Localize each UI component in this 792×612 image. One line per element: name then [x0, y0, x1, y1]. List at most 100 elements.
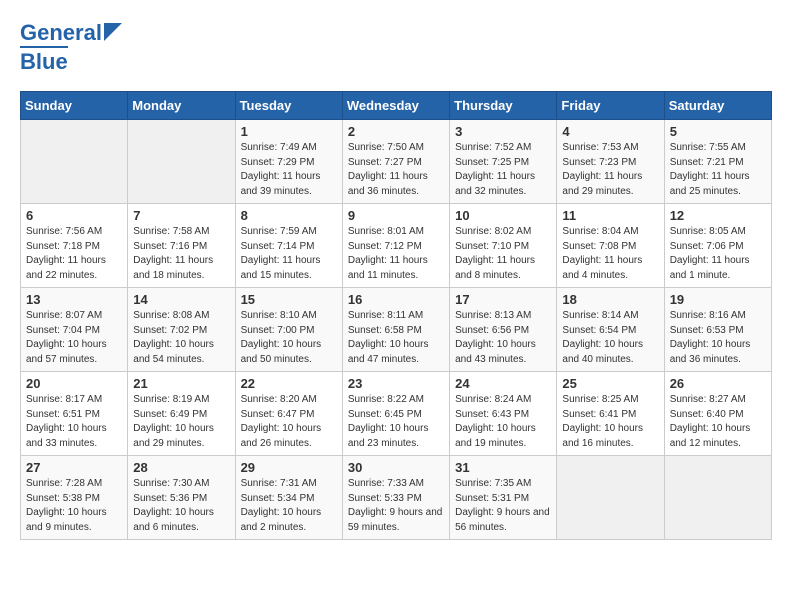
day-info: Sunrise: 8:07 AMSunset: 7:04 PMDaylight:…: [26, 309, 122, 367]
calendar-cell: 24 Sunrise: 8:24 AMSunset: 6:43 PMDaylig…: [450, 372, 557, 456]
day-number: 2: [348, 124, 444, 139]
day-info: Sunrise: 7:33 AMSunset: 5:33 PMDaylight:…: [348, 477, 444, 535]
day-number: 4: [562, 124, 658, 139]
page-header: General Blue: [20, 20, 772, 75]
col-header-saturday: Saturday: [664, 92, 771, 120]
day-info: Sunrise: 8:13 AMSunset: 6:56 PMDaylight:…: [455, 309, 551, 367]
week-row-5: 27 Sunrise: 7:28 AMSunset: 5:38 PMDaylig…: [21, 456, 772, 540]
calendar-cell: 21 Sunrise: 8:19 AMSunset: 6:49 PMDaylig…: [128, 372, 235, 456]
calendar-cell: 15 Sunrise: 8:10 AMSunset: 7:00 PMDaylig…: [235, 288, 342, 372]
calendar-cell: [21, 120, 128, 204]
calendar-cell: 19 Sunrise: 8:16 AMSunset: 6:53 PMDaylig…: [664, 288, 771, 372]
logo: General Blue: [20, 20, 122, 75]
calendar-cell: 13 Sunrise: 8:07 AMSunset: 7:04 PMDaylig…: [21, 288, 128, 372]
day-info: Sunrise: 8:10 AMSunset: 7:00 PMDaylight:…: [241, 309, 337, 367]
calendar-cell: 22 Sunrise: 8:20 AMSunset: 6:47 PMDaylig…: [235, 372, 342, 456]
day-info: Sunrise: 8:01 AMSunset: 7:12 PMDaylight:…: [348, 225, 444, 283]
week-row-1: 1 Sunrise: 7:49 AMSunset: 7:29 PMDayligh…: [21, 120, 772, 204]
calendar-cell: 23 Sunrise: 8:22 AMSunset: 6:45 PMDaylig…: [342, 372, 449, 456]
calendar-cell: 8 Sunrise: 7:59 AMSunset: 7:14 PMDayligh…: [235, 204, 342, 288]
day-number: 24: [455, 376, 551, 391]
day-number: 27: [26, 460, 122, 475]
day-info: Sunrise: 7:52 AMSunset: 7:25 PMDaylight:…: [455, 141, 551, 199]
day-info: Sunrise: 7:53 AMSunset: 7:23 PMDaylight:…: [562, 141, 658, 199]
day-info: Sunrise: 7:28 AMSunset: 5:38 PMDaylight:…: [26, 477, 122, 535]
day-number: 8: [241, 208, 337, 223]
day-info: Sunrise: 8:20 AMSunset: 6:47 PMDaylight:…: [241, 393, 337, 451]
col-header-sunday: Sunday: [21, 92, 128, 120]
day-info: Sunrise: 8:27 AMSunset: 6:40 PMDaylight:…: [670, 393, 766, 451]
calendar-cell: 26 Sunrise: 8:27 AMSunset: 6:40 PMDaylig…: [664, 372, 771, 456]
day-number: 31: [455, 460, 551, 475]
day-info: Sunrise: 7:49 AMSunset: 7:29 PMDaylight:…: [241, 141, 337, 199]
day-info: Sunrise: 8:04 AMSunset: 7:08 PMDaylight:…: [562, 225, 658, 283]
day-number: 3: [455, 124, 551, 139]
day-info: Sunrise: 7:35 AMSunset: 5:31 PMDaylight:…: [455, 477, 551, 535]
calendar-cell: 25 Sunrise: 8:25 AMSunset: 6:41 PMDaylig…: [557, 372, 664, 456]
day-info: Sunrise: 8:24 AMSunset: 6:43 PMDaylight:…: [455, 393, 551, 451]
day-number: 22: [241, 376, 337, 391]
calendar-cell: 31 Sunrise: 7:35 AMSunset: 5:31 PMDaylig…: [450, 456, 557, 540]
col-header-wednesday: Wednesday: [342, 92, 449, 120]
day-number: 21: [133, 376, 229, 391]
day-number: 13: [26, 292, 122, 307]
day-info: Sunrise: 8:17 AMSunset: 6:51 PMDaylight:…: [26, 393, 122, 451]
logo-icon: [104, 23, 122, 41]
col-header-friday: Friday: [557, 92, 664, 120]
day-number: 23: [348, 376, 444, 391]
day-info: Sunrise: 8:25 AMSunset: 6:41 PMDaylight:…: [562, 393, 658, 451]
calendar-cell: 12 Sunrise: 8:05 AMSunset: 7:06 PMDaylig…: [664, 204, 771, 288]
calendar-cell: 9 Sunrise: 8:01 AMSunset: 7:12 PMDayligh…: [342, 204, 449, 288]
day-info: Sunrise: 7:59 AMSunset: 7:14 PMDaylight:…: [241, 225, 337, 283]
day-info: Sunrise: 7:50 AMSunset: 7:27 PMDaylight:…: [348, 141, 444, 199]
day-number: 10: [455, 208, 551, 223]
day-number: 19: [670, 292, 766, 307]
calendar-cell: 30 Sunrise: 7:33 AMSunset: 5:33 PMDaylig…: [342, 456, 449, 540]
day-info: Sunrise: 7:58 AMSunset: 7:16 PMDaylight:…: [133, 225, 229, 283]
day-number: 14: [133, 292, 229, 307]
day-number: 20: [26, 376, 122, 391]
day-number: 28: [133, 460, 229, 475]
calendar-table: SundayMondayTuesdayWednesdayThursdayFrid…: [20, 91, 772, 540]
day-number: 7: [133, 208, 229, 223]
week-row-3: 13 Sunrise: 8:07 AMSunset: 7:04 PMDaylig…: [21, 288, 772, 372]
day-number: 1: [241, 124, 337, 139]
calendar-cell: 3 Sunrise: 7:52 AMSunset: 7:25 PMDayligh…: [450, 120, 557, 204]
calendar-cell: 6 Sunrise: 7:56 AMSunset: 7:18 PMDayligh…: [21, 204, 128, 288]
col-header-monday: Monday: [128, 92, 235, 120]
day-number: 30: [348, 460, 444, 475]
calendar-cell: 5 Sunrise: 7:55 AMSunset: 7:21 PMDayligh…: [664, 120, 771, 204]
calendar-cell: 17 Sunrise: 8:13 AMSunset: 6:56 PMDaylig…: [450, 288, 557, 372]
calendar-cell: 14 Sunrise: 8:08 AMSunset: 7:02 PMDaylig…: [128, 288, 235, 372]
calendar-cell: 11 Sunrise: 8:04 AMSunset: 7:08 PMDaylig…: [557, 204, 664, 288]
calendar-cell: 10 Sunrise: 8:02 AMSunset: 7:10 PMDaylig…: [450, 204, 557, 288]
calendar-cell: 18 Sunrise: 8:14 AMSunset: 6:54 PMDaylig…: [557, 288, 664, 372]
calendar-cell: 20 Sunrise: 8:17 AMSunset: 6:51 PMDaylig…: [21, 372, 128, 456]
day-info: Sunrise: 8:02 AMSunset: 7:10 PMDaylight:…: [455, 225, 551, 283]
col-header-thursday: Thursday: [450, 92, 557, 120]
header-row: SundayMondayTuesdayWednesdayThursdayFrid…: [21, 92, 772, 120]
calendar-cell: 7 Sunrise: 7:58 AMSunset: 7:16 PMDayligh…: [128, 204, 235, 288]
col-header-tuesday: Tuesday: [235, 92, 342, 120]
day-number: 29: [241, 460, 337, 475]
day-info: Sunrise: 8:19 AMSunset: 6:49 PMDaylight:…: [133, 393, 229, 451]
day-number: 16: [348, 292, 444, 307]
day-info: Sunrise: 8:08 AMSunset: 7:02 PMDaylight:…: [133, 309, 229, 367]
day-info: Sunrise: 7:56 AMSunset: 7:18 PMDaylight:…: [26, 225, 122, 283]
day-info: Sunrise: 8:11 AMSunset: 6:58 PMDaylight:…: [348, 309, 444, 367]
day-number: 15: [241, 292, 337, 307]
day-number: 11: [562, 208, 658, 223]
day-info: Sunrise: 8:22 AMSunset: 6:45 PMDaylight:…: [348, 393, 444, 451]
calendar-cell: 2 Sunrise: 7:50 AMSunset: 7:27 PMDayligh…: [342, 120, 449, 204]
logo-blue: Blue: [20, 46, 68, 75]
week-row-4: 20 Sunrise: 8:17 AMSunset: 6:51 PMDaylig…: [21, 372, 772, 456]
day-number: 26: [670, 376, 766, 391]
day-info: Sunrise: 8:14 AMSunset: 6:54 PMDaylight:…: [562, 309, 658, 367]
day-info: Sunrise: 7:31 AMSunset: 5:34 PMDaylight:…: [241, 477, 337, 535]
day-number: 18: [562, 292, 658, 307]
day-info: Sunrise: 7:55 AMSunset: 7:21 PMDaylight:…: [670, 141, 766, 199]
calendar-cell: [128, 120, 235, 204]
logo-general: General: [20, 20, 102, 46]
day-info: Sunrise: 7:30 AMSunset: 5:36 PMDaylight:…: [133, 477, 229, 535]
day-info: Sunrise: 8:05 AMSunset: 7:06 PMDaylight:…: [670, 225, 766, 283]
